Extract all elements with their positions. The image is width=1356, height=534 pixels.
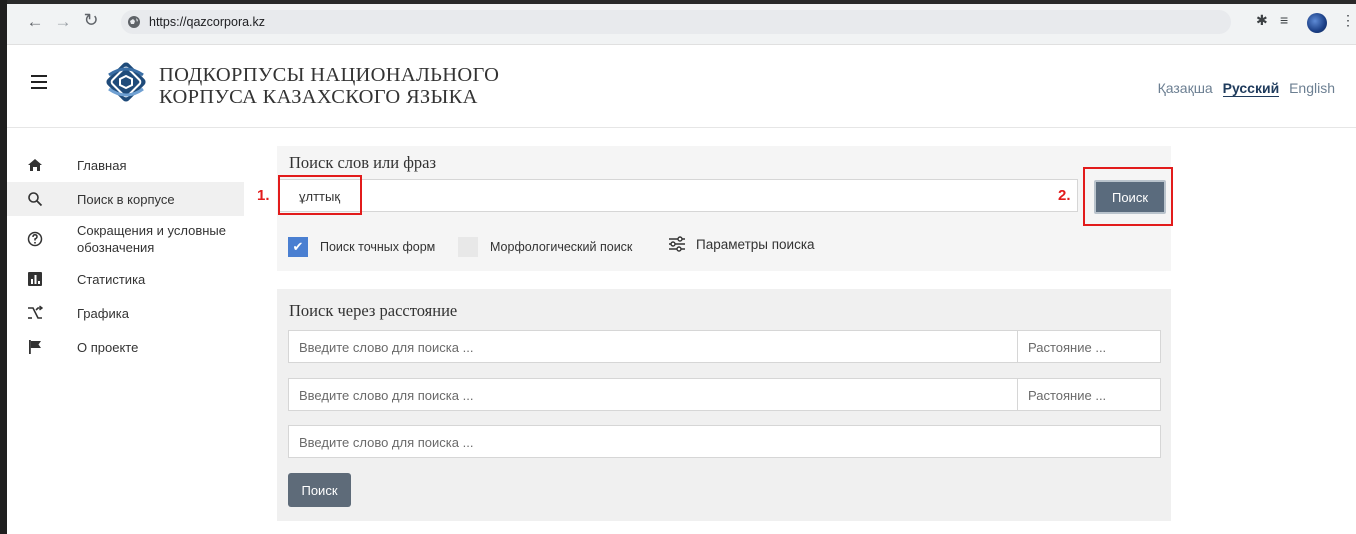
address-bar[interactable]: https://qazcorpora.kz xyxy=(121,10,1231,34)
sidebar-item-label: О проекте xyxy=(77,339,139,355)
back-icon[interactable]: ← xyxy=(25,12,45,32)
sidebar-item-abbreviations[interactable]: Сокращения и условные обозначения xyxy=(7,216,244,262)
sidebar-item-label: Статистика xyxy=(77,271,146,287)
reload-icon[interactable]: ↻ xyxy=(81,10,101,31)
sidebar-item-corpus-search[interactable]: Поиск в корпусе xyxy=(7,182,244,216)
flag-icon xyxy=(29,340,41,354)
home-icon xyxy=(28,159,42,171)
search-params-label: Параметры поиска xyxy=(696,236,815,252)
lang-kazakh[interactable]: Қазақша xyxy=(1158,80,1213,96)
lang-english[interactable]: English xyxy=(1289,80,1335,96)
exact-forms-option[interactable]: ✔ Поиск точных форм xyxy=(288,237,435,257)
distance-value-input-1[interactable]: Растояние ... xyxy=(1017,330,1161,363)
distance-word-input-1[interactable]: Введите слово для поиска ... xyxy=(288,330,1018,363)
lang-russian[interactable]: Русский xyxy=(1222,80,1280,97)
extensions-icon[interactable]: ✱ xyxy=(1256,12,1268,29)
distance-search-button[interactable]: Поиск xyxy=(288,473,351,507)
menu-dots-icon[interactable]: ⋮ xyxy=(1341,12,1355,29)
sidebar-item-label: Графика xyxy=(77,305,129,321)
site-title-line1: ПОДКОРПУСЫ НАЦИОНАЛЬНОГО xyxy=(159,64,500,86)
phrase-search-input[interactable]: ұлттық xyxy=(278,179,1078,212)
sidebar-item-label: Главная xyxy=(77,157,127,173)
browser-toolbar: ← → ↻ https://qazcorpora.kz ✱ ≡ ⋮ xyxy=(7,4,1356,45)
step2-label: 2. xyxy=(1058,187,1071,204)
bar-chart-icon xyxy=(28,272,42,286)
site-title[interactable]: ПОДКОРПУСЫ НАЦИОНАЛЬНОГО КОРПУСА КАЗАХСК… xyxy=(159,64,499,108)
step1-highlight xyxy=(278,175,362,215)
help-circle-icon xyxy=(27,231,43,247)
search-icon xyxy=(28,192,43,207)
profile-avatar[interactable] xyxy=(1307,13,1327,33)
forward-icon[interactable]: → xyxy=(53,12,73,32)
exact-forms-checkbox[interactable]: ✔ xyxy=(288,237,308,257)
distance-word-input-2[interactable]: Введите слово для поиска ... xyxy=(288,378,1018,411)
shuffle-icon xyxy=(28,305,43,319)
distance-word-placeholder: Введите слово для поиска ... xyxy=(299,435,474,450)
reading-list-icon[interactable]: ≡ xyxy=(1280,12,1288,28)
sidebar-item-home[interactable]: Главная xyxy=(7,148,244,182)
phrase-search-title: Поиск слов или фраз xyxy=(289,153,436,172)
url-text[interactable]: https://qazcorpora.kz xyxy=(149,15,265,29)
step2-highlight xyxy=(1083,167,1173,226)
site-title-line2: КОРПУСА КАЗАХСКОГО ЯЗЫКА xyxy=(159,86,478,108)
distance-value-input-2[interactable]: Растояние ... xyxy=(1017,378,1161,411)
language-switcher: Қазақша Русский English xyxy=(1152,80,1335,97)
step1-label: 1. xyxy=(257,187,270,204)
distance-search-title: Поиск через расстояние xyxy=(289,301,458,320)
distance-value-placeholder: Растояние ... xyxy=(1028,340,1107,355)
distance-word-placeholder: Введите слово для поиска ... xyxy=(299,340,474,355)
distance-value-placeholder: Растояние ... xyxy=(1028,388,1107,403)
site-logo[interactable] xyxy=(103,59,149,105)
sidebar-item-about[interactable]: О проекте xyxy=(7,330,244,364)
morph-search-label: Морфологический поиск xyxy=(490,240,633,254)
exact-forms-label: Поиск точных форм xyxy=(320,240,436,254)
sidebar-item-graphics[interactable]: Графика xyxy=(7,296,244,330)
sliders-icon xyxy=(669,236,685,252)
sidebar-nav: Главная Поиск в корпусе Сокращения и усл… xyxy=(7,148,244,364)
window-frame-left xyxy=(0,0,7,534)
sidebar-item-label: Сокращения и условные обозначения xyxy=(77,223,226,255)
distance-word-input-3[interactable]: Введите слово для поиска ... xyxy=(288,425,1161,458)
site-info-icon[interactable] xyxy=(127,15,141,29)
site-header: ПОДКОРПУСЫ НАЦИОНАЛЬНОГО КОРПУСА КАЗАХСК… xyxy=(7,45,1356,128)
sidebar-item-statistics[interactable]: Статистика xyxy=(7,262,244,296)
distance-word-placeholder: Введите слово для поиска ... xyxy=(299,388,474,403)
sidebar-item-label: Поиск в корпусе xyxy=(77,191,175,207)
hamburger-menu-icon[interactable] xyxy=(31,75,47,89)
search-params-toggle[interactable]: Параметры поиска xyxy=(668,236,815,252)
morph-search-option[interactable]: Морфологический поиск xyxy=(458,237,632,257)
morph-search-checkbox[interactable] xyxy=(458,237,478,257)
